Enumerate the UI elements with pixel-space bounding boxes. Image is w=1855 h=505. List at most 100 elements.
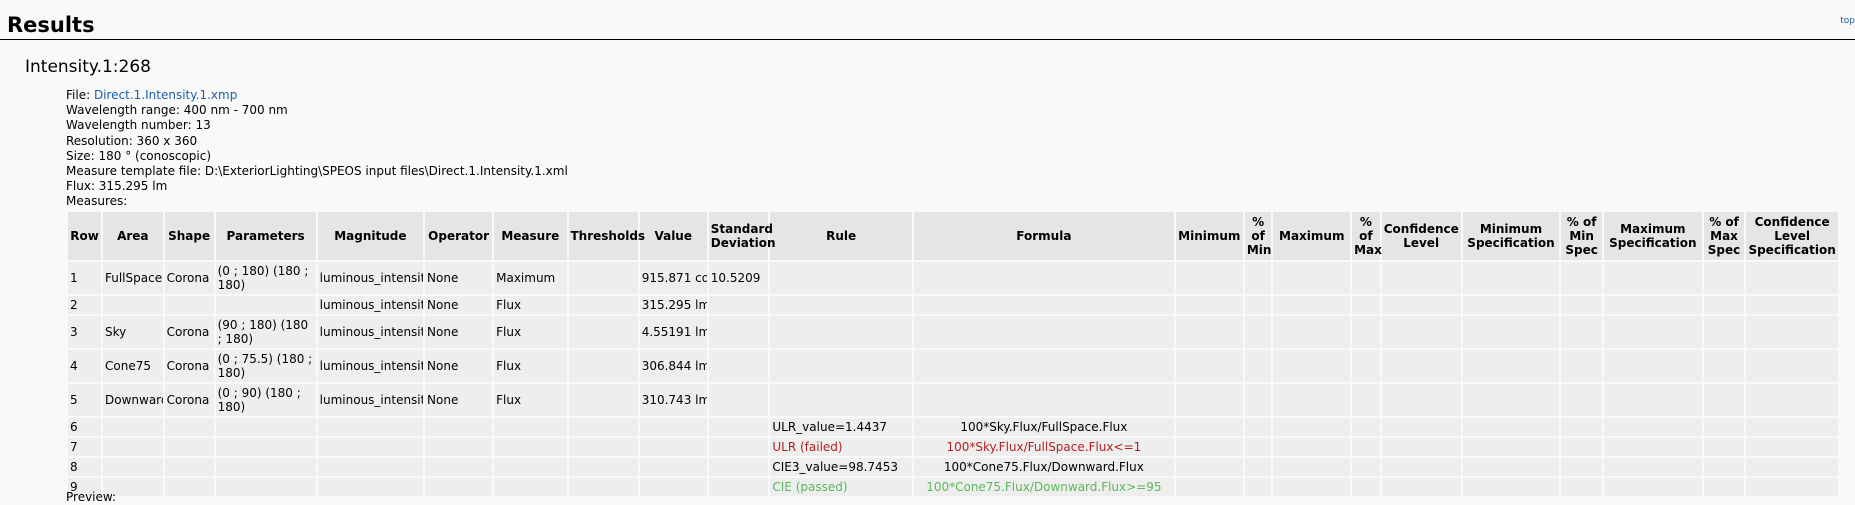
cell-empty [1381, 384, 1461, 416]
cell-empty [1244, 296, 1272, 314]
cell-empty [1352, 350, 1380, 382]
cell-empty [1381, 438, 1461, 456]
cell-row: 3 [68, 316, 101, 348]
wavelength-number: Wavelength number: 13 [66, 118, 211, 133]
cell-empty [1703, 458, 1745, 476]
col-header: Confidence Level Specification [1746, 212, 1838, 260]
cell-area [103, 418, 163, 436]
cell-empty [1746, 478, 1838, 496]
cell-thresholds [568, 262, 638, 294]
top-link[interactable]: top [1840, 16, 1855, 26]
file-label: File: [66, 88, 94, 102]
cell-operator: None [425, 384, 493, 416]
cell-empty [1746, 438, 1838, 456]
cell-empty [1746, 262, 1838, 294]
cell-rule [770, 262, 912, 294]
cell-measure: Flux [494, 350, 567, 382]
cell-area [103, 438, 163, 456]
col-header: Parameters [215, 212, 316, 260]
cell-formula: 100*Sky.Flux/FullSpace.Flux<=1 [913, 438, 1174, 456]
table-row: 9 CIE (passed) 100*Cone75.Flux/Downward.Fl… [68, 478, 1838, 496]
file-line: File: Direct.1.Intensity.1.xmp [66, 88, 568, 103]
cell-value [639, 418, 707, 436]
cell-empty [1561, 478, 1602, 496]
col-header: Minimum Specification [1462, 212, 1560, 260]
cell-thresholds [568, 478, 638, 496]
cell-rule: ULR (failed) [770, 438, 912, 456]
cell-empty [1462, 262, 1560, 294]
cell-parameters: (0 ; 180) (180 ; 180) [215, 262, 316, 294]
cell-magnitude [317, 478, 424, 496]
cell-empty [1703, 262, 1745, 294]
cell-empty [1603, 384, 1702, 416]
cell-area: Cone75 [103, 350, 163, 382]
cell-measure [494, 458, 567, 476]
cell-std-dev: 10.5209 [708, 262, 769, 294]
cell-empty [1175, 438, 1243, 456]
cell-row: 7 [68, 438, 101, 456]
cell-value: 306.844 lm [639, 350, 707, 382]
results-header: Results top [0, 0, 1855, 40]
cell-shape: Corona [164, 262, 214, 294]
cell-formula [913, 384, 1174, 416]
cell-empty [1603, 316, 1702, 348]
cell-formula: 100*Cone75.Flux/Downward.Flux>=95 [913, 478, 1174, 496]
cell-empty [1273, 438, 1351, 456]
cell-empty [1703, 478, 1745, 496]
cell-empty [1462, 350, 1560, 382]
col-header: Minimum [1175, 212, 1243, 260]
cell-empty [1603, 418, 1702, 436]
col-header: Value [639, 212, 707, 260]
cell-empty [1703, 296, 1745, 314]
cell-row: 1 [68, 262, 101, 294]
cell-empty [1175, 478, 1243, 496]
results-table: Row Area Shape Parameters Magnitude Oper… [66, 210, 1840, 498]
col-header: Rule [770, 212, 912, 260]
cell-thresholds [568, 438, 638, 456]
col-header: Formula [913, 212, 1174, 260]
cell-empty [1244, 478, 1272, 496]
cell-empty [1703, 350, 1745, 382]
cell-empty [1273, 478, 1351, 496]
cell-empty [1273, 316, 1351, 348]
cell-shape [164, 458, 214, 476]
cell-thresholds [568, 350, 638, 382]
cell-empty [1273, 296, 1351, 314]
cell-thresholds [568, 458, 638, 476]
cell-parameters [215, 478, 316, 496]
cell-parameters: (0 ; 90) (180 ; 180) [215, 384, 316, 416]
cell-empty [1381, 478, 1461, 496]
cell-empty [1175, 350, 1243, 382]
cell-parameters [215, 296, 316, 314]
col-header: Shape [164, 212, 214, 260]
cell-empty [1273, 458, 1351, 476]
cell-empty [1273, 418, 1351, 436]
table-header-row: Row Area Shape Parameters Magnitude Oper… [68, 212, 1838, 260]
cell-parameters: (0 ; 75.5) (180 ; 180) [215, 350, 316, 382]
cell-measure [494, 418, 567, 436]
page-title: Results [7, 13, 95, 37]
cell-rule: ULR_value=1.4437 [770, 418, 912, 436]
col-header: % of Max Spec [1703, 212, 1745, 260]
cell-shape [164, 478, 214, 496]
col-header: % of Min Spec [1561, 212, 1602, 260]
cell-measure: Flux [494, 316, 567, 348]
cell-shape [164, 438, 214, 456]
col-header: Measure [494, 212, 567, 260]
file-link[interactable]: Direct.1.Intensity.1.xmp [94, 88, 237, 102]
cell-empty [1352, 384, 1380, 416]
cell-empty [1273, 262, 1351, 294]
cell-empty [1561, 458, 1602, 476]
cell-rule [770, 316, 912, 348]
cell-empty [1175, 384, 1243, 416]
measure-info: File: Direct.1.Intensity.1.xmp Wavelengt… [66, 88, 568, 210]
cell-empty [1561, 418, 1602, 436]
cell-operator [425, 438, 493, 456]
cell-shape [164, 418, 214, 436]
cell-empty [1746, 384, 1838, 416]
cell-empty [1352, 262, 1380, 294]
cell-empty [1703, 438, 1745, 456]
cell-empty [1352, 438, 1380, 456]
cell-formula: 100*Sky.Flux/FullSpace.Flux [913, 418, 1174, 436]
col-header: Magnitude [317, 212, 424, 260]
